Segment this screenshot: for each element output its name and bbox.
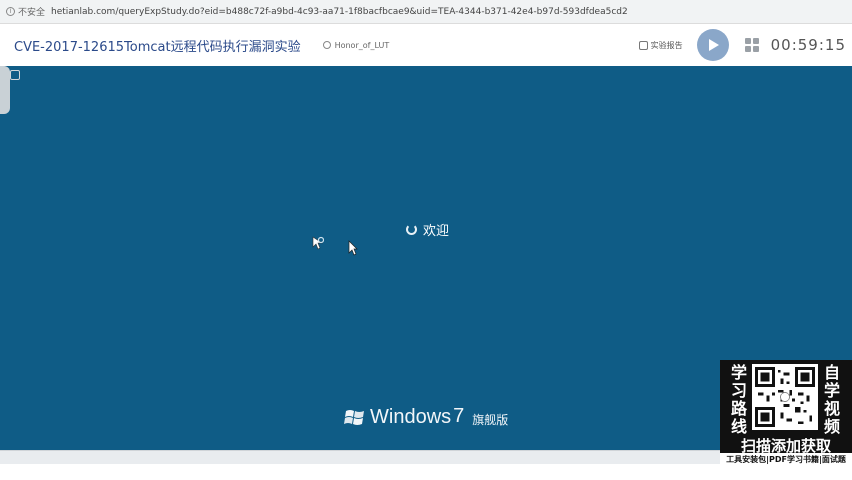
report-label: 实验报告: [650, 40, 683, 50]
grid-menu-icon[interactable]: [744, 38, 759, 52]
user-name: Honor_of_LUT: [334, 40, 390, 50]
report-icon: [638, 40, 648, 50]
loading-spinner-icon: [406, 224, 417, 235]
promo-banner[interactable]: 学 习 路 线 自 学 视 频 扫描添加获取 工具安装包|PDF学习书籍|面试题: [720, 360, 852, 466]
windows-branding: Windows 7 旗舰版: [344, 405, 509, 429]
browser-address-bar[interactable]: i 不安全 hetianlab.com/queryExpStudy.do?eid…: [0, 0, 852, 24]
busy-cursor-icon: [312, 236, 324, 250]
promo-left-char: 习: [730, 381, 747, 400]
report-button[interactable]: 实验报告: [638, 40, 683, 51]
url-text[interactable]: hetianlab.com/queryExpStudy.do?eid=b488c…: [51, 7, 628, 17]
user-icon: [322, 41, 331, 49]
promo-left-char: 学: [730, 363, 747, 382]
promo-right-char: 频: [823, 417, 840, 436]
page-footer-space: [0, 464, 852, 480]
countdown-timer: 00:59:15: [770, 36, 846, 54]
security-label: 不安全: [18, 8, 46, 18]
panel-toggle-icon[interactable]: [10, 70, 20, 80]
promo-right-char: 视: [823, 399, 840, 418]
play-button[interactable]: [696, 29, 729, 61]
windows-logo-icon: [344, 409, 364, 425]
qr-code-icon: [755, 367, 815, 427]
side-panel-handle[interactable]: [0, 66, 10, 114]
promo-subtitle: 工具安装包|PDF学习书籍|面试题: [720, 453, 852, 466]
windows-edition: 旗舰版: [472, 413, 509, 427]
mouse-cursor-icon: [348, 240, 358, 256]
promo-right-column: 自 学 视 频: [822, 364, 842, 436]
welcome-text: 欢迎: [423, 224, 450, 239]
qr-code[interactable]: [752, 364, 818, 430]
promo-left-column: 学 习 路 线: [729, 364, 749, 436]
lab-header: CVE-2017-12615Tomcat远程代码执行漏洞实验 Honor_of_…: [0, 24, 852, 66]
play-icon: [708, 39, 719, 51]
windows-wordmark: Windows: [370, 406, 452, 428]
security-indicator[interactable]: i 不安全: [6, 5, 45, 18]
promo-right-char: 自: [823, 363, 840, 382]
info-icon: i: [6, 7, 15, 16]
welcome-message: 欢迎: [406, 220, 449, 239]
header-controls: 实验报告 00:59:15: [638, 24, 852, 66]
user-info[interactable]: Honor_of_LUT: [322, 40, 390, 50]
page-title: CVE-2017-12615Tomcat远程代码执行漏洞实验: [14, 39, 301, 55]
promo-right-char: 学: [823, 381, 840, 400]
promo-left-char: 线: [730, 417, 747, 436]
windows-version: 7: [453, 405, 465, 427]
promo-left-char: 路: [730, 399, 747, 418]
